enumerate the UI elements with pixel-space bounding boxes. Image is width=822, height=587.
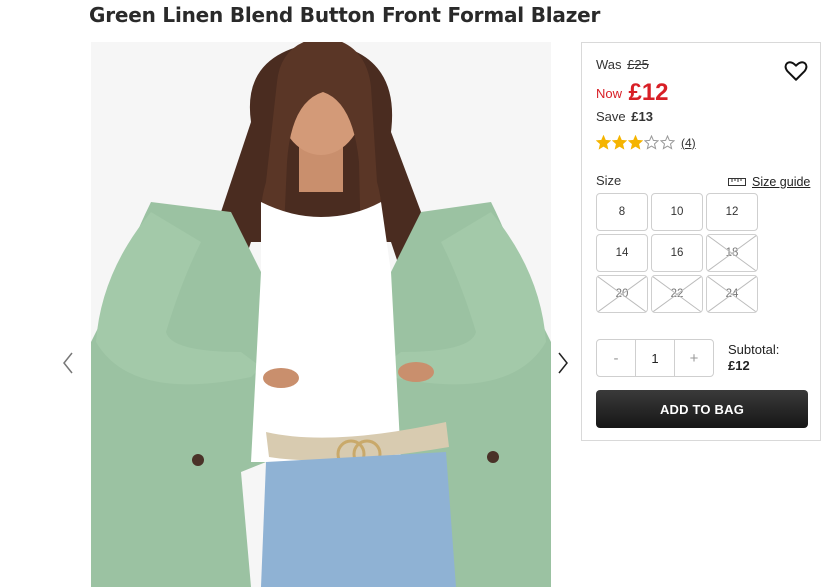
size-option[interactable]: 22 — [651, 275, 703, 313]
unavailable-cross-icon — [652, 276, 702, 312]
size-guide-link[interactable]: Size guide — [728, 175, 810, 189]
now-price: Now £12 — [596, 79, 669, 107]
heart-icon[interactable] — [783, 57, 809, 83]
size-option[interactable]: 8 — [596, 193, 648, 231]
save-label: Save — [596, 109, 626, 124]
star-rating — [595, 134, 676, 150]
quantity-decrease-button[interactable]: - — [597, 340, 635, 376]
size-option[interactable]: 18 — [706, 234, 758, 272]
rating: (4) — [595, 134, 696, 150]
subtotal-value: £12 — [728, 358, 750, 373]
size-option-label: 14 — [615, 247, 629, 259]
star-filled-icon — [595, 134, 612, 150]
unavailable-cross-icon — [597, 276, 647, 312]
size-option-label: 10 — [670, 206, 684, 218]
size-option-label: 16 — [670, 247, 684, 259]
size-option[interactable]: 24 — [706, 275, 758, 313]
now-amount: £12 — [628, 79, 669, 106]
now-label: Now — [596, 86, 623, 101]
size-option-label: 8 — [618, 206, 626, 218]
purchase-panel: Was £25 Now £12 Save £13 (4) Size Size g… — [581, 42, 821, 441]
size-options: 8 10 12 14 16 18 202224 — [596, 193, 758, 313]
star-filled-icon — [627, 134, 644, 150]
add-to-bag-button[interactable]: ADD TO BAG — [596, 390, 808, 428]
save-value: £13 — [631, 109, 653, 124]
subtotal: Subtotal: £12 — [728, 342, 779, 374]
product-page: Green Linen Blend Button Front Formal Bl… — [0, 0, 822, 587]
size-option[interactable]: 12 — [706, 193, 758, 231]
star-empty-icon — [659, 134, 676, 150]
review-count-link[interactable]: (4) — [681, 136, 696, 150]
star-empty-icon — [643, 134, 660, 150]
was-price: Was £25 — [596, 57, 649, 72]
size-label: Size — [596, 173, 622, 188]
quantity-increase-button[interactable]: + — [675, 340, 713, 376]
star-filled-icon — [611, 134, 628, 150]
size-option-label: 12 — [725, 206, 739, 218]
unavailable-cross-icon — [707, 235, 757, 271]
quantity-value[interactable]: 1 — [635, 340, 675, 376]
quantity-stepper: - 1 + — [596, 339, 714, 377]
was-amount: £25 — [627, 57, 649, 72]
size-guide-label: Size guide — [752, 175, 811, 189]
product-title: Green Linen Blend Button Front Formal Bl… — [89, 3, 601, 27]
ruler-icon — [728, 178, 746, 186]
size-option[interactable]: 16 — [651, 234, 703, 272]
size-option[interactable]: 10 — [651, 193, 703, 231]
save-amount: Save £13 — [596, 109, 653, 124]
was-label: Was — [596, 57, 622, 72]
chevron-right-icon[interactable] — [553, 349, 573, 377]
unavailable-cross-icon — [707, 276, 757, 312]
chevron-left-icon[interactable] — [58, 349, 78, 377]
size-option[interactable]: 20 — [596, 275, 648, 313]
subtotal-label: Subtotal: — [728, 342, 780, 357]
product-image — [91, 42, 551, 587]
size-option[interactable]: 14 — [596, 234, 648, 272]
